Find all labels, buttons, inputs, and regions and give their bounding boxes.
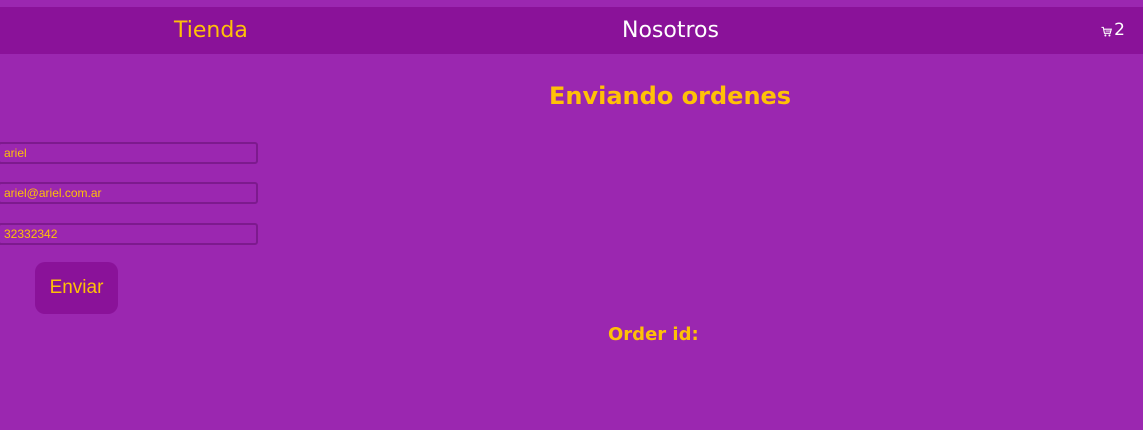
cart-icon [1101, 24, 1113, 37]
page-title: Enviando ordenes [549, 82, 792, 110]
email-field[interactable] [0, 182, 258, 204]
navbar: Tienda Nosotros 2 [0, 7, 1143, 54]
phone-field[interactable] [0, 223, 258, 245]
nav-link-tienda[interactable]: Tienda [174, 7, 248, 54]
cart-count: 2 [1114, 20, 1125, 40]
submit-button[interactable]: Enviar [35, 262, 118, 314]
nav-link-nosotros[interactable]: Nosotros [622, 7, 719, 54]
top-strip [0, 0, 1143, 7]
cart-widget[interactable]: 2 [1101, 7, 1125, 54]
order-id-label: Order id: [608, 324, 699, 345]
name-field[interactable] [0, 142, 258, 164]
